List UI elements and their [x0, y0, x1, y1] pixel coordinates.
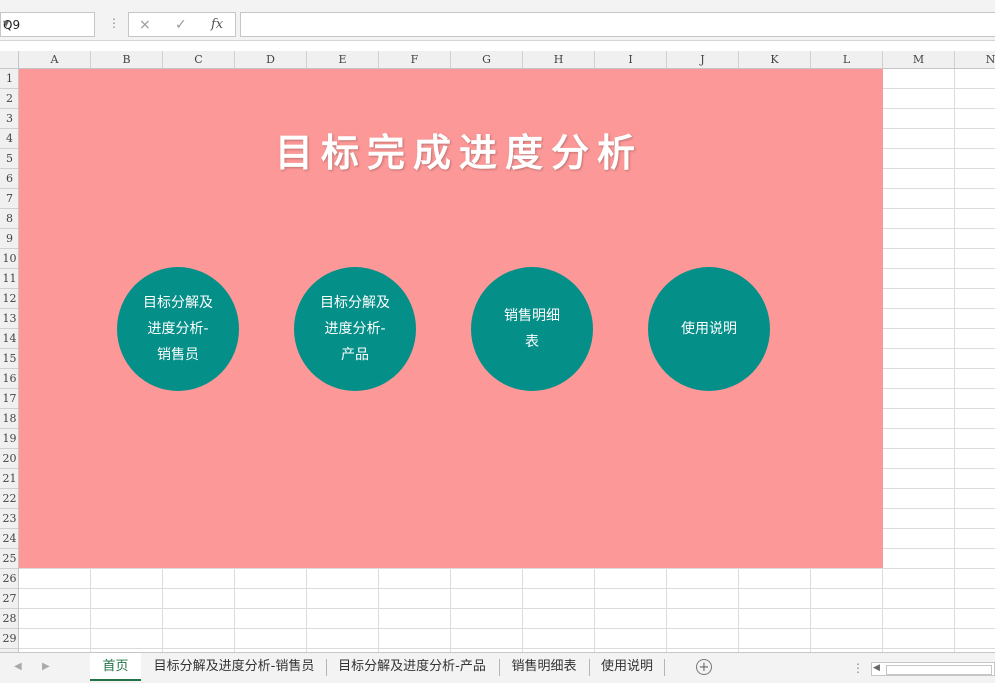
column-header[interactable]: K [739, 51, 811, 68]
row-header[interactable]: 4 [0, 129, 18, 149]
column-header[interactable]: D [235, 51, 307, 68]
row-header[interactable]: 1 [0, 69, 18, 89]
column-header[interactable]: G [451, 51, 523, 68]
row-header[interactable]: 9 [0, 229, 18, 249]
row-headers: 1 2 3 4 5 6 7 8 9 10 11 12 13 14 15 16 17 18 19 20 21 22 23 24 2… [0, 69, 19, 659]
column-header[interactable]: A [19, 51, 91, 68]
row-header[interactable]: 5 [0, 149, 18, 169]
row-header[interactable]: 28 [0, 609, 18, 629]
row-header[interactable]: 18 [0, 409, 18, 429]
row-header[interactable]: 3 [0, 109, 18, 129]
row-header[interactable]: 19 [0, 429, 18, 449]
row-header[interactable]: 8 [0, 209, 18, 229]
add-sheet-icon[interactable]: + [696, 659, 712, 675]
row-header[interactable]: 12 [0, 289, 18, 309]
sheet-tab-product-analysis[interactable]: 目标分解及进度分析-产品 [330, 653, 494, 681]
more-icon: ⋮ [108, 16, 120, 30]
scroll-left-icon[interactable]: ◀ [873, 663, 880, 673]
column-header[interactable]: F [379, 51, 451, 68]
column-header[interactable]: C [163, 51, 235, 68]
tab-divider [326, 659, 327, 676]
row-header[interactable]: 26 [0, 569, 18, 589]
row-header[interactable]: 22 [0, 489, 18, 509]
enter-icon[interactable]: ✓ [175, 17, 187, 33]
nav-button-label: 销售明细表 [504, 308, 560, 350]
formula-buttons: × ✓ fx [128, 12, 236, 37]
sheet-tab-instructions[interactable]: 使用说明 [593, 653, 661, 681]
prev-sheet-icon[interactable]: ◀ [14, 661, 22, 672]
row-header[interactable]: 25 [0, 549, 18, 569]
chevron-down-icon[interactable]: ▼ [3, 19, 90, 28]
column-header[interactable]: L [811, 51, 883, 68]
column-header[interactable]: H [523, 51, 595, 68]
sheet-tab-bar: ◀ ▶ 首页 目标分解及进度分析-销售员 目标分解及进度分析-产品 销售明细表 … [0, 652, 995, 683]
more-icon: ⋮ [852, 661, 864, 675]
dashboard-panel: 目标完成进度分析 目标分解及进度分析-销售员 目标分解及进度分析-产品 销售明细… [19, 69, 883, 568]
row-header[interactable]: 21 [0, 469, 18, 489]
dashboard-title: 目标完成进度分析 [274, 130, 643, 175]
row-header[interactable]: 2 [0, 89, 18, 109]
nav-button-label: 目标分解及进度分析-销售员 [143, 295, 213, 363]
nav-button-label: 使用说明 [681, 321, 737, 337]
row-header[interactable]: 24 [0, 529, 18, 549]
row-header[interactable]: 17 [0, 389, 18, 409]
row-header[interactable]: 23 [0, 509, 18, 529]
next-sheet-icon[interactable]: ▶ [42, 661, 50, 672]
row-header[interactable]: 13 [0, 309, 18, 329]
tab-divider [589, 659, 590, 676]
horizontal-scrollbar[interactable]: ◀ [871, 662, 995, 676]
column-header[interactable]: N [955, 51, 995, 68]
row-header[interactable]: 11 [0, 269, 18, 289]
formula-bar: Q9 ▼ ⋮ × ✓ fx [0, 0, 995, 41]
cancel-icon[interactable]: × [139, 17, 151, 33]
nav-button-sales-analysis[interactable]: 目标分解及进度分析-销售员 [117, 267, 239, 391]
row-header[interactable]: 14 [0, 329, 18, 349]
formula-input[interactable] [240, 12, 995, 37]
tab-divider [664, 659, 665, 676]
sheet-tab-home[interactable]: 首页 [90, 653, 141, 681]
column-header[interactable]: J [667, 51, 739, 68]
nav-button-sales-detail[interactable]: 销售明细表 [471, 267, 593, 391]
select-all-corner[interactable] [0, 51, 19, 68]
scrollbar-thumb[interactable] [886, 665, 992, 675]
row-header[interactable]: 29 [0, 629, 18, 649]
insert-function-icon[interactable]: fx [211, 17, 223, 32]
column-header[interactable]: I [595, 51, 667, 68]
row-header[interactable]: 6 [0, 169, 18, 189]
column-header[interactable]: B [91, 51, 163, 68]
row-header[interactable]: 20 [0, 449, 18, 469]
tab-divider [499, 659, 500, 676]
sheet-tab-sales-analysis[interactable]: 目标分解及进度分析-销售员 [146, 653, 322, 681]
nav-button-label: 目标分解及进度分析-产品 [320, 295, 390, 363]
row-header[interactable]: 15 [0, 349, 18, 369]
row-header[interactable]: 27 [0, 589, 18, 609]
sheet-tab-sales-detail[interactable]: 销售明细表 [503, 653, 585, 681]
name-box[interactable]: Q9 ▼ [0, 12, 95, 37]
row-header[interactable]: 7 [0, 189, 18, 209]
row-header[interactable]: 10 [0, 249, 18, 269]
row-header[interactable]: 16 [0, 369, 18, 389]
column-headers: ABCDEFGHIJKLMN [0, 51, 995, 69]
column-header[interactable]: M [883, 51, 955, 68]
nav-button-product-analysis[interactable]: 目标分解及进度分析-产品 [294, 267, 416, 391]
nav-button-instructions[interactable]: 使用说明 [648, 267, 770, 391]
column-header[interactable]: E [307, 51, 379, 68]
